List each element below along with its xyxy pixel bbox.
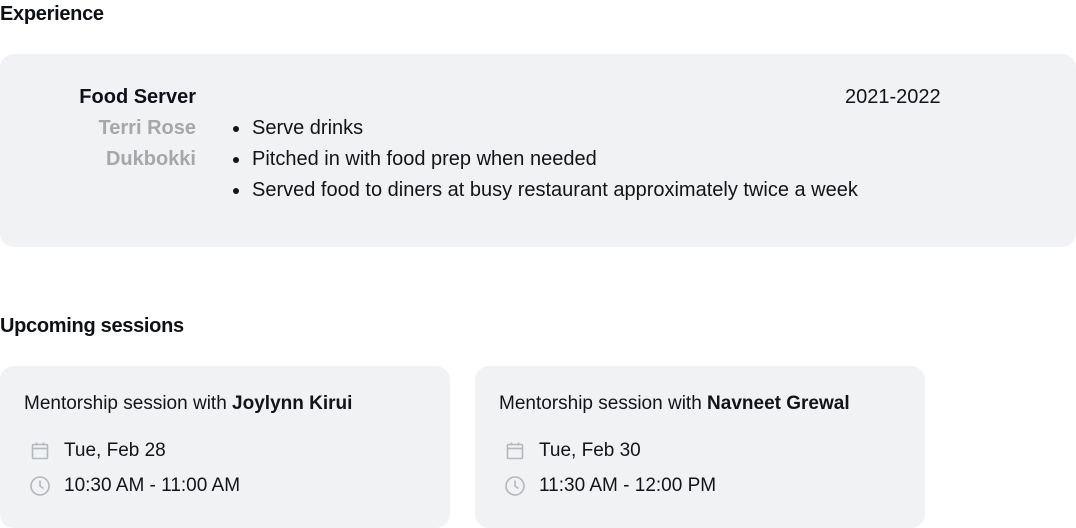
session-card[interactable]: Mentorship session with Navneet Grewal T… — [475, 366, 925, 528]
experience-bullet: Served food to diners at busy restaurant… — [232, 175, 858, 206]
session-time-row: 10:30 AM - 11:00 AM — [28, 474, 240, 498]
experience-person: Terri Rose — [98, 117, 196, 139]
bullet-dot-icon — [233, 157, 239, 163]
bullet-dot-icon — [233, 126, 239, 132]
experience-card: Food Server Terri Rose Dukbokki 2021-202… — [0, 54, 1076, 247]
session-time-row: 11:30 AM - 12:00 PM — [503, 474, 716, 498]
experience-company: Dukbokki — [105, 148, 196, 170]
upcoming-sessions-heading: Upcoming sessions — [0, 315, 184, 337]
bullet-text: Pitched in with food prep when needed — [252, 148, 597, 170]
session-date-row: Tue, Feb 28 — [28, 439, 166, 463]
experience-meta: Food Server Terri Rose Dukbokki — [79, 82, 196, 175]
calendar-icon — [28, 439, 52, 463]
session-date: Tue, Feb 28 — [64, 440, 166, 461]
profile-page: Experience Food Server Terri Rose Dukbok… — [0, 0, 1076, 528]
session-prefix: Mentorship session with — [24, 393, 227, 414]
session-date-row: Tue, Feb 30 — [503, 439, 641, 463]
session-heading: Mentorship session with Navneet Grewal — [499, 393, 850, 415]
session-mentor-name: Joylynn Kirui — [232, 393, 353, 414]
experience-bullet: Serve drinks — [232, 113, 858, 144]
experience-bullet-list: Serve drinks Pitched in with food prep w… — [232, 113, 858, 206]
clock-icon — [28, 474, 52, 498]
clock-icon — [503, 474, 527, 498]
bullet-text: Served food to diners at busy restaurant… — [252, 179, 858, 201]
experience-bullet: Pitched in with food prep when needed — [232, 144, 858, 175]
session-heading: Mentorship session with Joylynn Kirui — [24, 393, 352, 415]
bullet-text: Serve drinks — [252, 117, 364, 139]
bullet-dot-icon — [233, 188, 239, 194]
experience-role: Food Server — [79, 86, 196, 108]
session-mentor-name: Navneet Grewal — [707, 393, 850, 414]
session-prefix: Mentorship session with — [499, 393, 702, 414]
calendar-icon — [503, 439, 527, 463]
session-time: 11:30 AM - 12:00 PM — [539, 475, 717, 496]
session-time: 10:30 AM - 11:00 AM — [64, 475, 241, 496]
experience-heading: Experience — [0, 3, 104, 25]
experience-years: 2021-2022 — [845, 86, 941, 108]
session-card[interactable]: Mentorship session with Joylynn Kirui Tu… — [0, 366, 450, 528]
session-date: Tue, Feb 30 — [539, 440, 641, 461]
